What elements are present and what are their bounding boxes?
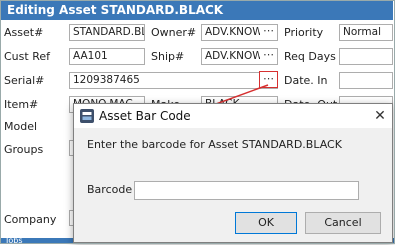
model-label: Model <box>4 120 38 133</box>
priority-select[interactable]: Normal <box>339 24 393 41</box>
cust-ref-label: Cust Ref <box>4 50 50 63</box>
req-days-field[interactable] <box>339 48 393 65</box>
asset-field[interactable]: STANDARD.BLA <box>69 24 145 41</box>
cust-ref-field[interactable]: AA101 <box>69 48 145 65</box>
company-label: Company <box>4 213 57 226</box>
barcode-input[interactable] <box>134 181 359 200</box>
item-label: Item# <box>4 98 39 111</box>
ship-lookup-button[interactable]: ⋯ <box>260 49 277 64</box>
ship-label: Ship# <box>151 50 185 63</box>
ok-button[interactable]: OK <box>235 212 297 234</box>
priority-label: Priority <box>284 26 324 39</box>
date-in-field[interactable] <box>339 72 393 89</box>
window-title-bar: Editing Asset STANDARD.BLACK <box>0 0 393 20</box>
barcode-label: Barcode <box>87 183 133 196</box>
date-in-label: Date. In <box>284 74 328 87</box>
asset-label: Asset# <box>4 26 44 39</box>
dialog-title: Asset Bar Code <box>99 109 191 123</box>
owner-label: Owner# <box>151 26 197 39</box>
groups-label: Groups <box>4 143 44 156</box>
dialog-prompt: Enter the barcode for Asset STANDARD.BLA… <box>87 138 342 151</box>
asset-barcode-dialog: Asset Bar Code ✕ Enter the barcode for A… <box>73 103 393 243</box>
req-days-label: Req Days <box>284 50 336 63</box>
window-title: Editing Asset STANDARD.BLACK <box>7 3 224 17</box>
serial-label: Serial# <box>4 74 45 87</box>
cancel-button[interactable]: Cancel <box>305 212 381 234</box>
dialog-title-bar: Asset Bar Code ✕ <box>74 104 392 128</box>
close-icon[interactable]: ✕ <box>371 107 389 125</box>
owner-lookup-button[interactable]: ⋯ <box>260 25 277 40</box>
barcode-app-icon <box>80 109 94 123</box>
